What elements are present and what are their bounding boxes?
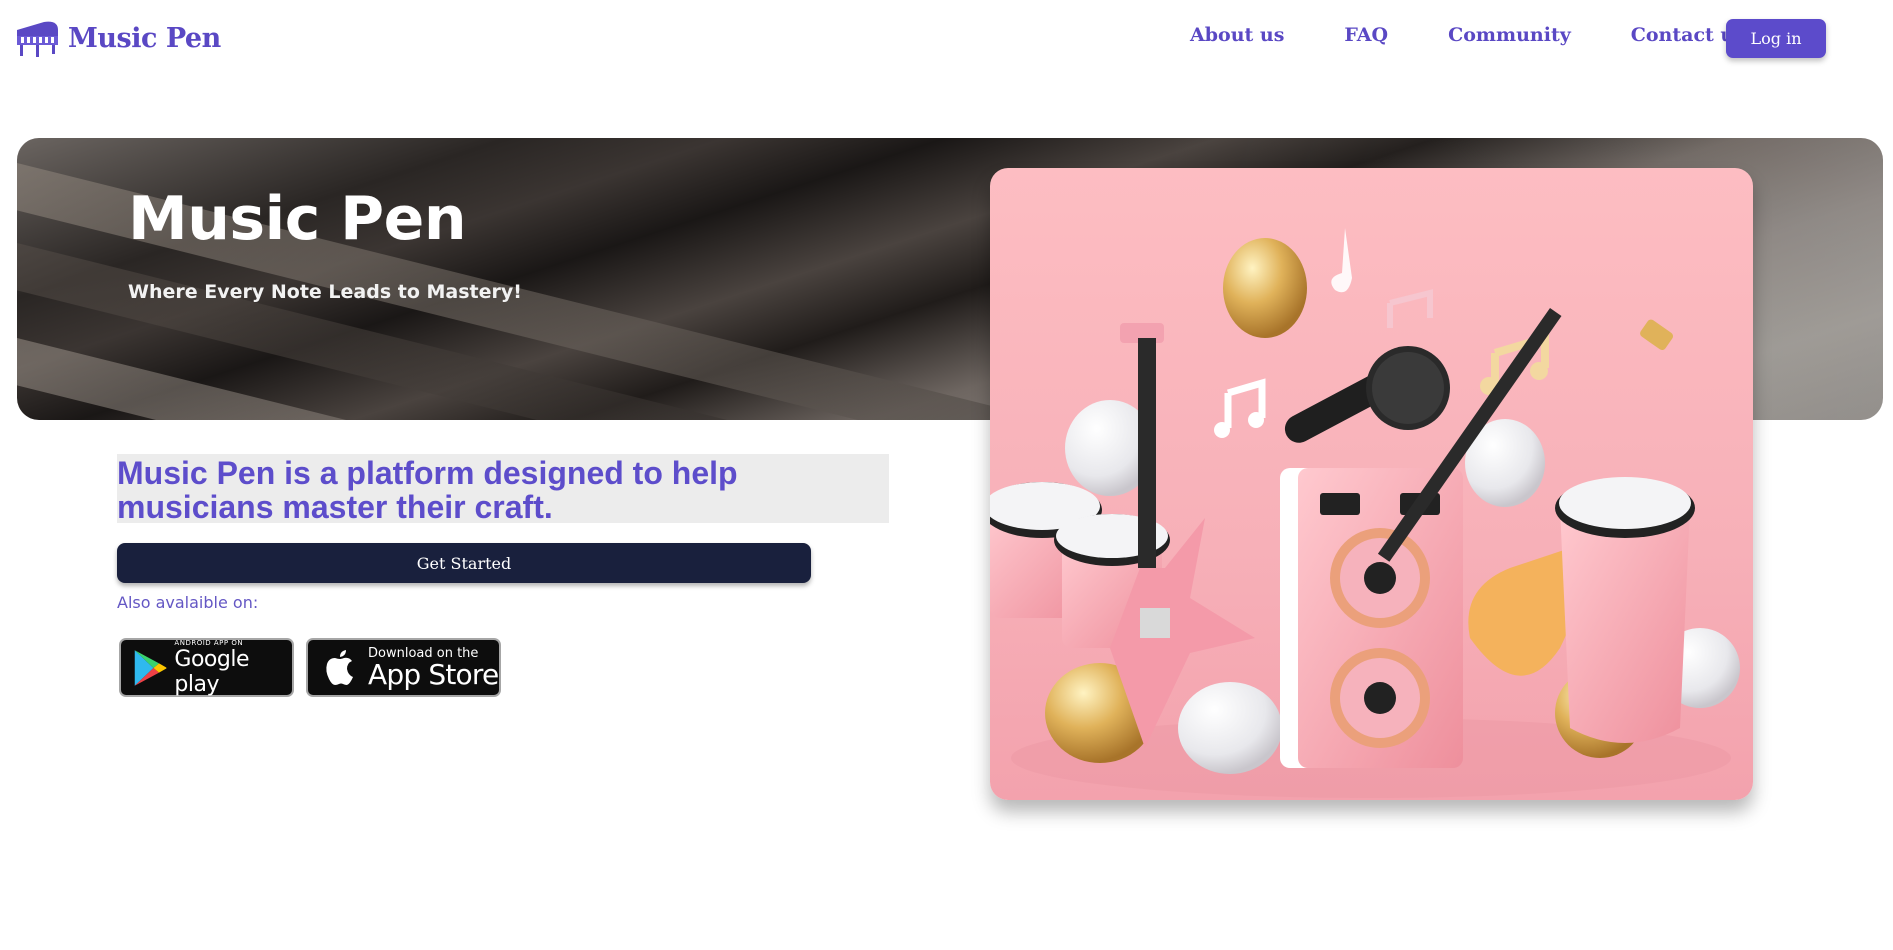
- music-note-icon: [1331, 228, 1352, 293]
- app-store-badge[interactable]: Download on the App Store: [306, 638, 501, 697]
- app-store-label: App Store: [368, 658, 499, 691]
- nav-links: About us FAQ Community Contact us: [1190, 24, 1805, 46]
- top-nav: Music Pen About us FAQ Community Contact…: [0, 0, 1893, 78]
- description-box: Music Pen is a platform designed to help…: [117, 454, 889, 525]
- music-note-icon: [1387, 289, 1433, 328]
- brand-name: Music Pen: [68, 22, 221, 54]
- google-play-small-label: ANDROID APP ON: [174, 638, 244, 647]
- also-available-label: Also avalaible on:: [117, 593, 259, 612]
- hero-illustration: [990, 168, 1753, 800]
- piano-icon: [17, 21, 58, 57]
- speaker: [1280, 468, 1463, 768]
- google-play-icon: [134, 649, 167, 686]
- microphone: [1284, 346, 1450, 443]
- nav-link-about[interactable]: About us: [1190, 24, 1284, 46]
- get-started-button[interactable]: Get Started: [117, 543, 811, 583]
- google-play-badge[interactable]: ANDROID APP ON Google play: [119, 638, 294, 697]
- hero-tagline: Where Every Note Leads to Mastery!: [128, 281, 522, 303]
- description-text: Music Pen is a platform designed to help…: [117, 455, 738, 525]
- nav-link-faq[interactable]: FAQ: [1344, 24, 1388, 46]
- hero-title: Music Pen: [128, 184, 467, 254]
- apple-icon: [326, 649, 353, 685]
- login-button[interactable]: Log in: [1726, 19, 1826, 58]
- google-play-label: Google play: [174, 646, 250, 697]
- white-balloon: [1178, 682, 1282, 774]
- gold-balloon: [1223, 238, 1307, 338]
- conga-drum: [1555, 477, 1695, 743]
- music-instruments-illustration: [990, 228, 1740, 798]
- brand-logo[interactable]: Music Pen: [14, 18, 221, 58]
- nav-link-community[interactable]: Community: [1448, 24, 1571, 46]
